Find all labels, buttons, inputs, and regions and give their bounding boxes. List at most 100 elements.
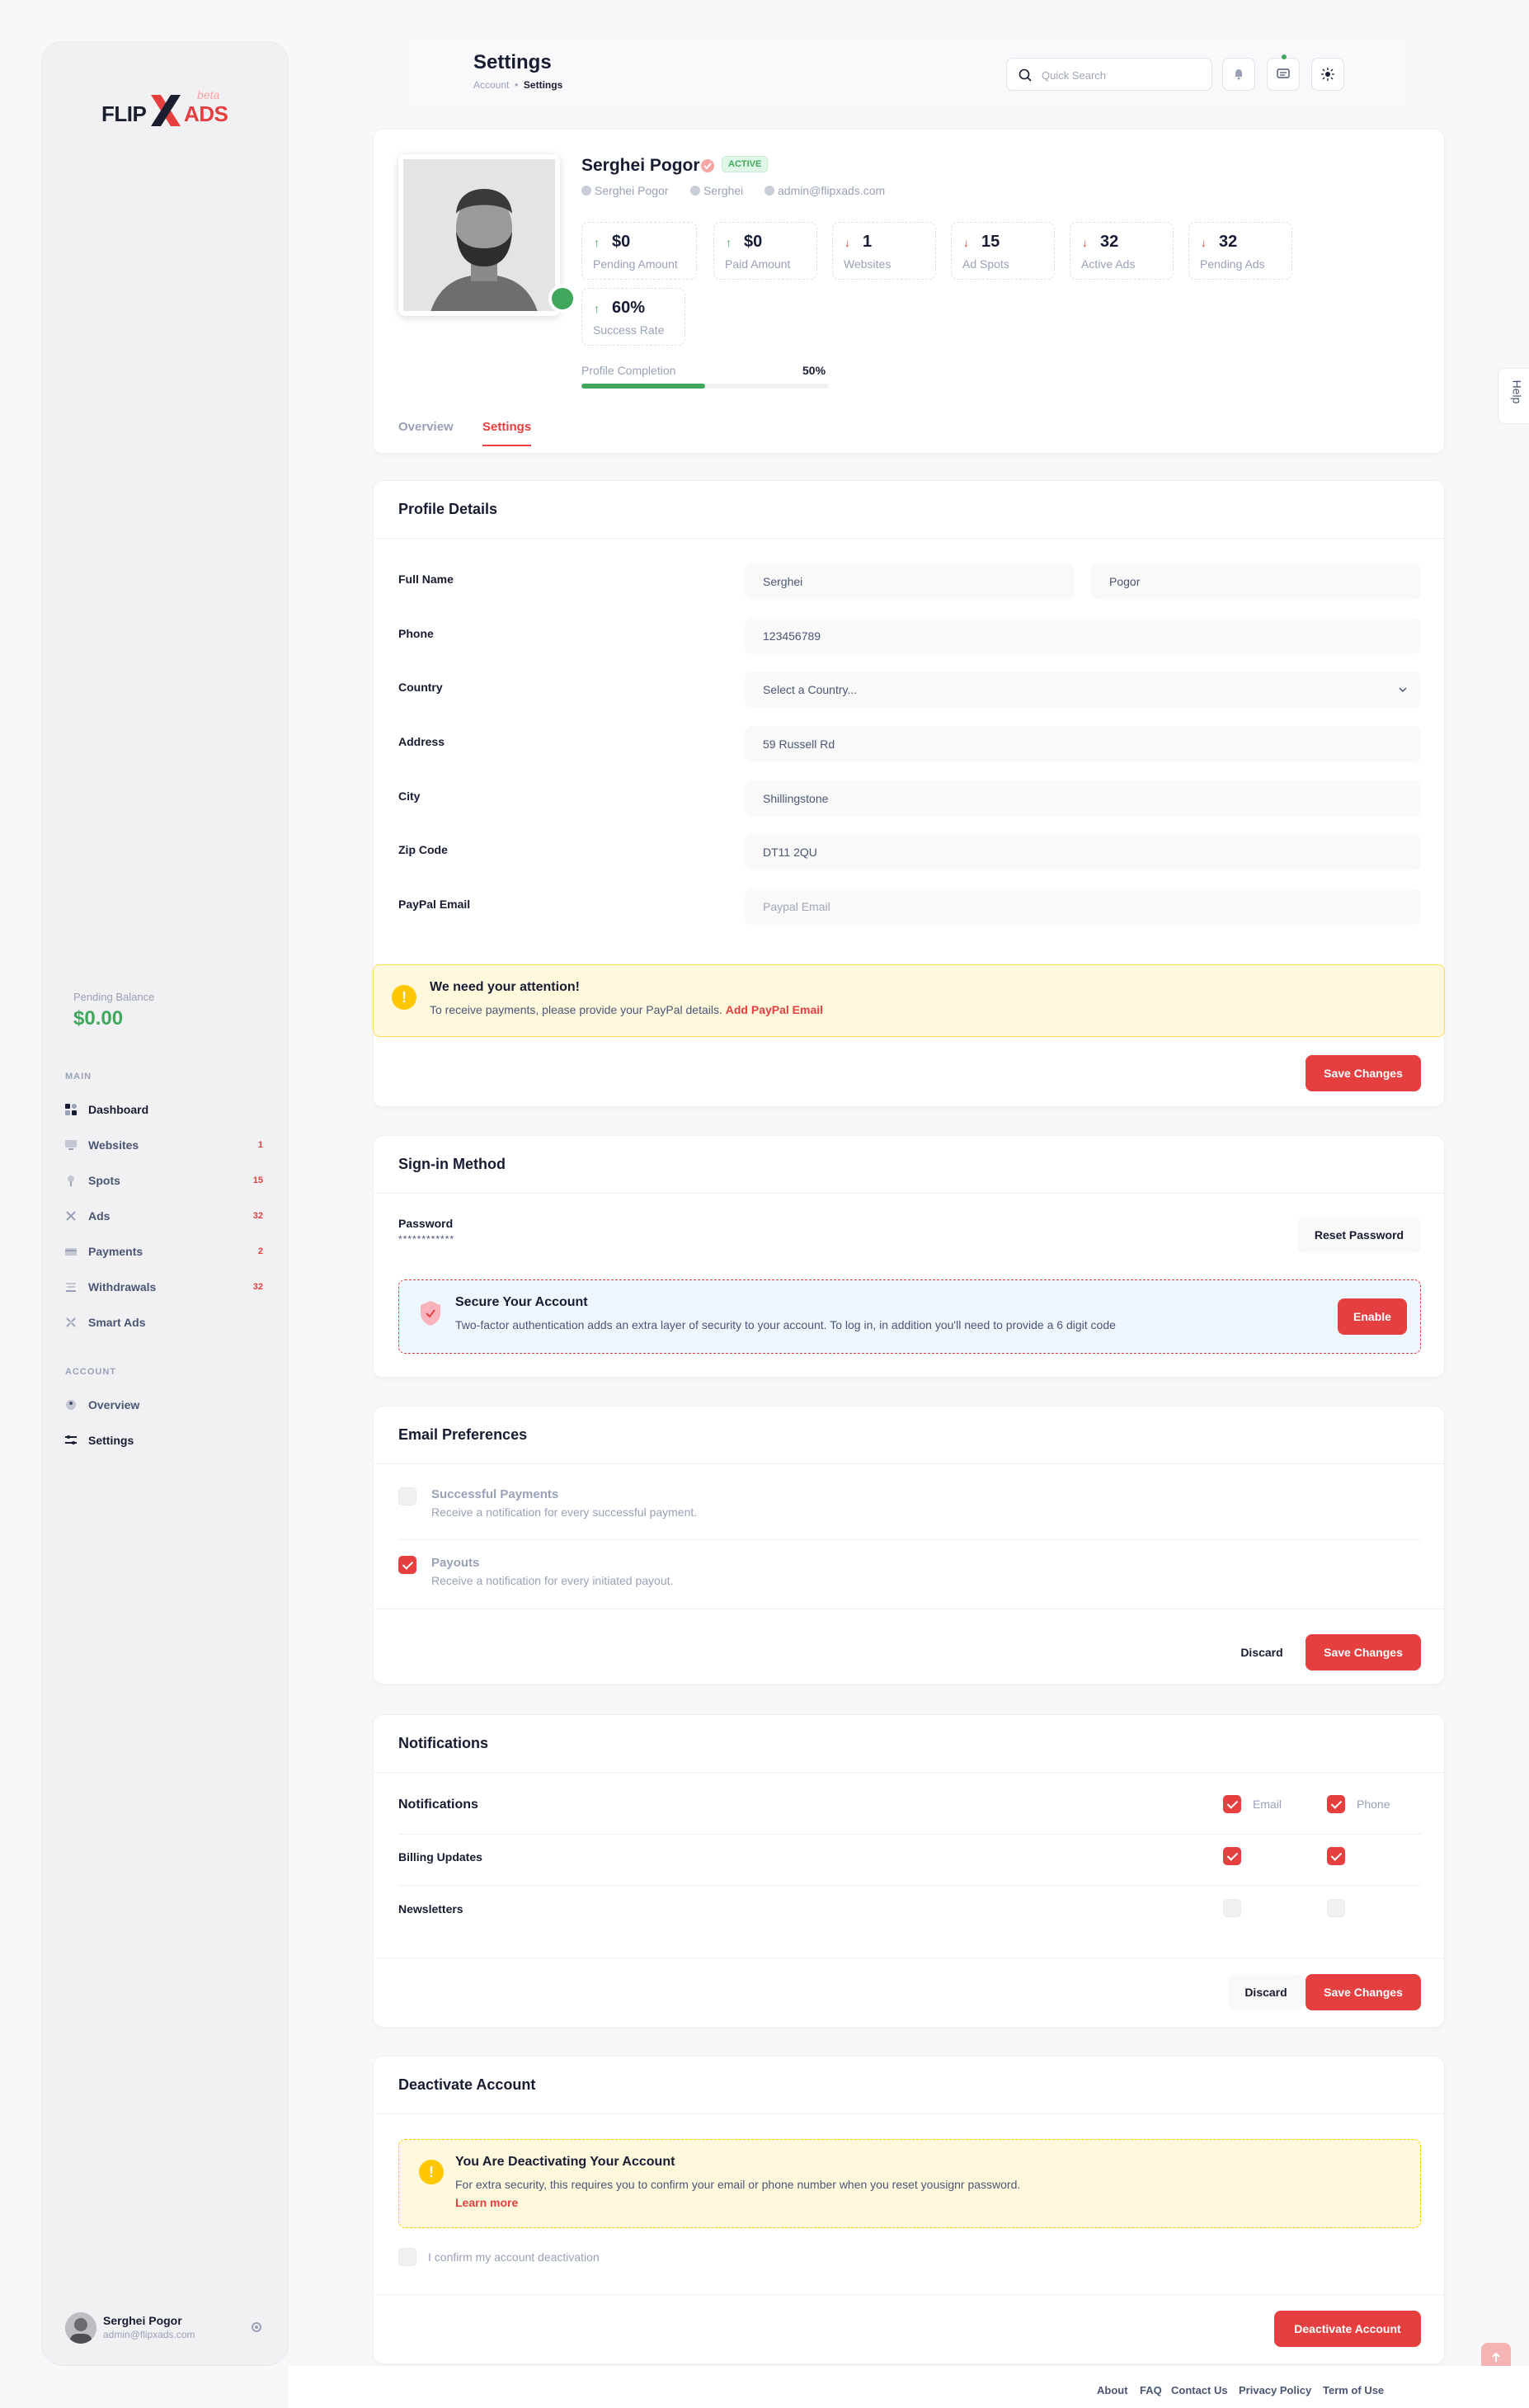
profile-completion-value: 50% <box>802 364 826 377</box>
stat-pending-amount: ↑ $0 Pending Amount <box>581 222 697 280</box>
account-section-heading: ACCOUNT <box>65 1367 116 1377</box>
dashboard-icon <box>65 1104 77 1115</box>
last-name-field[interactable]: Pogor <box>1091 563 1421 600</box>
sidebar-item-label: Withdrawals <box>88 1280 157 1294</box>
successful-payments-checkbox[interactable] <box>398 1487 416 1506</box>
logo-ads-text: ADS <box>184 101 228 126</box>
discard-button[interactable]: Discard <box>1228 1634 1296 1671</box>
city-field[interactable]: Shillingstone <box>745 780 1421 817</box>
billing-email-checkbox[interactable] <box>1223 1847 1241 1865</box>
footer-link-faq[interactable]: FAQ <box>1140 2384 1162 2396</box>
withdrawals-icon <box>65 1281 77 1293</box>
billing-phone-checkbox[interactable] <box>1327 1847 1345 1865</box>
arrow-up-icon: ↑ <box>726 236 732 249</box>
address-field[interactable]: 59 Russell Rd <box>745 726 1421 762</box>
newsletters-phone-checkbox[interactable] <box>1327 1899 1345 1917</box>
phone-column-label: Phone <box>1357 1798 1390 1811</box>
payments-icon <box>65 1246 77 1257</box>
profile-meta-name: Serghei Pogor <box>581 184 669 197</box>
enable-2fa-button[interactable]: Enable <box>1338 1298 1407 1335</box>
help-tab[interactable]: Help <box>1498 368 1529 424</box>
profile-meta-username: Serghei <box>690 184 743 197</box>
tab-settings[interactable]: Settings <box>482 420 532 446</box>
stat-ad-spots: ↓ 15 Ad Spots <box>951 222 1055 280</box>
warning-title: You Are Deactivating Your Account <box>455 2155 675 2169</box>
arrow-down-icon: ↓ <box>844 236 850 249</box>
footer-link-contact[interactable]: Contact Us <box>1171 2384 1228 2396</box>
secure-text: Two-factor authentication adds an extra … <box>455 1318 1116 1331</box>
sidebar-item-label: Ads <box>88 1209 111 1223</box>
sidebar-item-settings[interactable]: Settings <box>65 1428 263 1453</box>
country-label: Country <box>398 681 443 694</box>
reset-password-button[interactable]: Reset Password <box>1297 1217 1421 1253</box>
add-paypal-email-link[interactable]: Add PayPal Email <box>726 1003 823 1016</box>
notifications-button[interactable] <box>1222 58 1255 91</box>
country-select[interactable]: Select a Country... <box>745 672 1421 708</box>
stat-label: Websites <box>844 257 892 271</box>
user-name: Serghei Pogor <box>103 2314 182 2327</box>
status-badge: ACTIVE <box>722 156 769 172</box>
paypal-email-field[interactable]: Paypal Email <box>745 888 1421 925</box>
save-changes-button[interactable]: Save Changes <box>1306 1634 1421 1671</box>
verified-icon <box>701 159 714 172</box>
websites-icon <box>65 1139 77 1151</box>
breadcrumb-current: Settings <box>523 79 563 91</box>
newsletters-email-checkbox[interactable] <box>1223 1899 1241 1917</box>
save-changes-button[interactable]: Save Changes <box>1306 1974 1421 2010</box>
arrow-down-icon: ↓ <box>963 236 969 249</box>
sidebar-user[interactable]: Serghei Pogor admin@flipxads.com <box>65 2311 263 2347</box>
sidebar-badge: 32 <box>252 1211 263 1221</box>
logo-beta-text: beta <box>197 88 220 101</box>
online-status-dot <box>548 285 576 313</box>
confirm-deactivation-checkbox[interactable] <box>398 2248 416 2266</box>
card-title: Profile Details <box>398 501 498 517</box>
theme-toggle-button[interactable] <box>1311 58 1344 91</box>
save-changes-button[interactable]: Save Changes <box>1306 1055 1421 1091</box>
footer-link-terms[interactable]: Term of Use <box>1323 2384 1384 2396</box>
learn-more-link[interactable]: Learn more <box>455 2196 518 2209</box>
tab-overview[interactable]: Overview <box>398 420 454 434</box>
user-email: admin@flipxads.com <box>103 2329 195 2340</box>
pref-desc: Receive a notification for every initiat… <box>431 1574 674 1587</box>
messages-button[interactable] <box>1267 54 1300 91</box>
first-name-field[interactable]: Serghei <box>745 563 1075 600</box>
discard-button[interactable]: Discard <box>1228 1974 1304 2010</box>
flipxads-logo[interactable]: FLIP ADS beta <box>101 88 233 130</box>
paypal-notice: ! We need your attention! To receive pay… <box>373 964 1445 1037</box>
user-icon <box>581 186 591 196</box>
notifications-header-label: Notifications <box>398 1798 478 1812</box>
footer-link-about[interactable]: About <box>1097 2384 1128 2396</box>
search-input[interactable]: Quick Search <box>1006 58 1212 91</box>
card-header: Profile Details <box>374 481 1444 539</box>
footer-link-privacy[interactable]: Privacy Policy <box>1239 2384 1311 2396</box>
email-column-checkbox[interactable] <box>1223 1795 1241 1813</box>
deactivate-account-button[interactable]: Deactivate Account <box>1274 2311 1421 2347</box>
chat-icon <box>1277 68 1290 78</box>
city-label: City <box>398 789 421 803</box>
stat-value: $0 <box>612 233 631 251</box>
sidebar-item-smart-ads[interactable]: Smart Ads <box>65 1310 263 1335</box>
divider <box>398 1539 1421 1540</box>
zip-field[interactable]: DT11 2QU <box>745 834 1421 870</box>
breadcrumb-parent[interactable]: Account <box>473 79 509 91</box>
search-placeholder: Quick Search <box>1042 69 1107 82</box>
notification-row-label: Billing Updates <box>398 1850 482 1864</box>
payouts-checkbox[interactable] <box>398 1556 416 1574</box>
sidebar-item-websites[interactable]: Websites 1 <box>65 1133 263 1157</box>
sidebar-item-overview[interactable]: Overview <box>65 1392 263 1417</box>
phone-field[interactable]: 123456789 <box>745 618 1421 654</box>
sidebar-item-dashboard[interactable]: Dashboard <box>65 1097 263 1122</box>
arrow-up-icon <box>1492 2352 1500 2362</box>
secure-title: Secure Your Account <box>455 1295 588 1309</box>
phone-column-checkbox[interactable] <box>1327 1795 1345 1813</box>
smart-ads-icon <box>65 1317 77 1328</box>
gear-icon[interactable] <box>250 2321 263 2334</box>
stat-label: Pending Amount <box>593 257 678 271</box>
sidebar-item-withdrawals[interactable]: Withdrawals 32 <box>65 1275 263 1299</box>
sidebar-item-payments[interactable]: Payments 2 <box>65 1239 263 1264</box>
sidebar-item-spots[interactable]: Spots 15 <box>65 1168 263 1193</box>
profile-meta-email[interactable]: admin@flipxads.com <box>764 184 885 197</box>
phone-label: Phone <box>398 627 434 640</box>
sidebar-item-ads[interactable]: Ads 32 <box>65 1204 263 1228</box>
stat-active-ads: ↓ 32 Active Ads <box>1070 222 1174 280</box>
